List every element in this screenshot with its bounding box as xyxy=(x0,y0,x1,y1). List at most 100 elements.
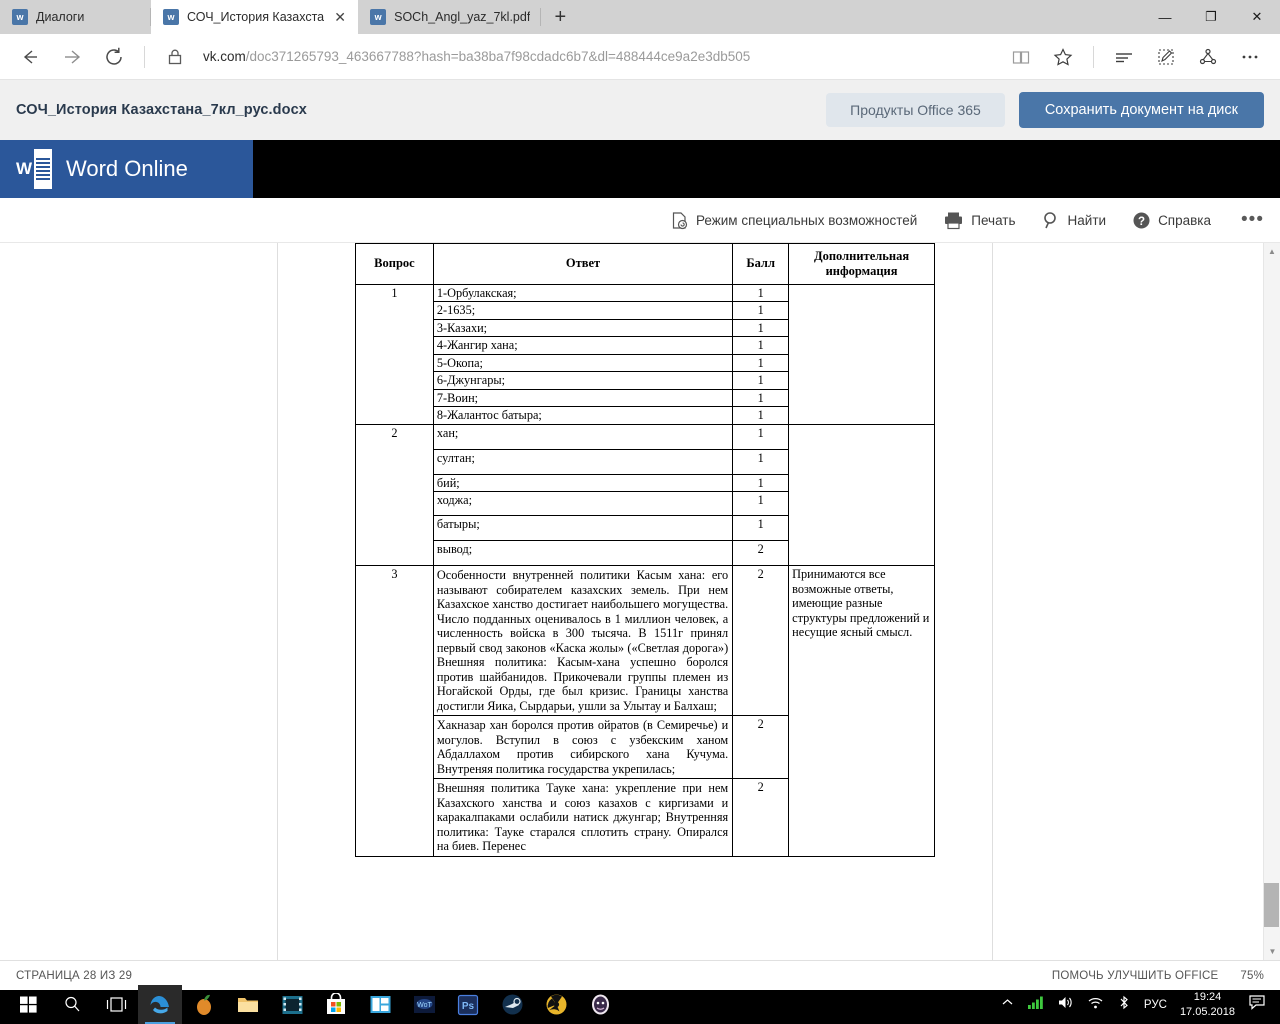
volume-icon[interactable] xyxy=(1057,995,1074,1015)
taskbar-app-microsoft-store-icon[interactable] xyxy=(314,985,358,1024)
answer-cell: 1-Орбулакская; xyxy=(432,283,734,302)
taskbar-app-game-icon[interactable]: WoT xyxy=(402,985,446,1024)
scrollbar-thumb[interactable] xyxy=(1264,883,1279,927)
score-cell: 1 xyxy=(732,283,790,302)
table-header-row: Вопрос Ответ Балл Дополнительная информа… xyxy=(355,243,935,285)
favorites-star-icon[interactable] xyxy=(1043,37,1083,77)
score-cell: 1 xyxy=(732,301,790,320)
reading-view-icon[interactable] xyxy=(1001,37,1041,77)
help-button[interactable]: ? Справка xyxy=(1132,211,1211,230)
info-cell xyxy=(788,283,935,425)
tab-title: СОЧ_История Казахста xyxy=(187,10,325,24)
find-button[interactable]: Найти xyxy=(1042,211,1107,230)
table-row: 2 хан; 1 xyxy=(355,423,935,566)
page-indicator: СТРАНИЦА 28 ИЗ 29 xyxy=(16,969,133,982)
back-arrow-icon[interactable] xyxy=(10,37,50,77)
browser-tab-soch-angl[interactable]: w SOCh_Angl_yaz_7kl.pdf xyxy=(358,0,541,34)
vk-favicon-icon: w xyxy=(163,9,179,25)
print-label: Печать xyxy=(971,212,1016,228)
bluetooth-icon[interactable] xyxy=(1117,995,1131,1015)
answer-cell: Хакназар хан боролся против ойратов (в С… xyxy=(432,715,734,779)
search-icon[interactable] xyxy=(50,985,94,1024)
clock[interactable]: 19:24 17.05.2018 xyxy=(1180,990,1235,1020)
taskbar-app-powerpoint-icon[interactable] xyxy=(358,985,402,1024)
maximize-button[interactable]: ❐ xyxy=(1188,0,1234,34)
hub-icon[interactable] xyxy=(1104,37,1144,77)
word-toolbar: Режим специальных возможностей Печать На… xyxy=(0,198,1280,243)
word-more-options-icon[interactable]: ••• xyxy=(1237,209,1264,231)
action-center-icon[interactable] xyxy=(1248,994,1266,1016)
share-icon[interactable] xyxy=(1188,37,1228,77)
forward-arrow-icon[interactable] xyxy=(52,37,92,77)
score-cell: 2 xyxy=(732,565,790,716)
score-cell: 1 xyxy=(732,473,790,492)
browser-toolbar-right xyxy=(1001,37,1270,77)
help-icon: ? xyxy=(1132,211,1151,230)
tab-title: SOCh_Angl_yaz_7kl.pdf xyxy=(394,10,531,24)
answer-cell: 2-1635; xyxy=(432,301,734,320)
taskbar-app-movie-maker-icon[interactable] xyxy=(270,985,314,1024)
refresh-icon[interactable] xyxy=(94,37,134,77)
taskbar-app-fl-studio-icon[interactable] xyxy=(182,985,226,1024)
windows-taskbar: WoT Ps РУС 19:24 17.05.2018 xyxy=(0,985,1280,1024)
close-icon[interactable]: ✕ xyxy=(332,9,348,25)
answer-cell: батыры; xyxy=(432,515,734,541)
close-window-button[interactable]: ✕ xyxy=(1234,0,1280,34)
address-bar[interactable]: vk.com/doc371265793_463667788?hash=ba38b… xyxy=(197,37,999,77)
zoom-level[interactable]: 75% xyxy=(1240,970,1264,982)
score-cell: 1 xyxy=(732,406,790,425)
question-number-cell: 1 xyxy=(355,283,434,425)
file-actions: Продукты Office 365 Сохранить документ н… xyxy=(826,92,1264,128)
answer-cell: 6-Джунгары; xyxy=(432,371,734,390)
header-answer: Ответ xyxy=(432,243,734,285)
scroll-down-icon[interactable]: ▼ xyxy=(1264,943,1280,960)
score-cell: 1 xyxy=(732,515,790,541)
browser-tab-dialogi[interactable]: w Диалоги xyxy=(0,0,150,34)
url-host: vk.com xyxy=(203,49,246,64)
score-cell: 1 xyxy=(732,388,790,407)
score-cell: 1 xyxy=(732,491,790,516)
header-additional-info: Дополнительная информация xyxy=(788,243,935,285)
score-cell: 1 xyxy=(732,371,790,390)
signal-bars-icon[interactable] xyxy=(1027,995,1044,1015)
browser-window: w Диалоги w СОЧ_История Казахста ✕ w SOC… xyxy=(0,0,1280,990)
taskbar-app-steam-icon[interactable] xyxy=(490,985,534,1024)
browser-tab-soch-istoriya[interactable]: w СОЧ_История Казахста ✕ xyxy=(151,0,359,34)
score-cell: 1 xyxy=(732,423,790,450)
taskbar-app-photoshop-icon[interactable]: Ps xyxy=(446,985,490,1024)
document-scrollbar[interactable]: ▲ ▼ xyxy=(1263,243,1280,960)
taskbar-app-edge-icon[interactable] xyxy=(138,985,182,1024)
save-document-button[interactable]: Сохранить документ на диск xyxy=(1018,92,1264,128)
scroll-up-icon[interactable]: ▲ xyxy=(1264,243,1280,260)
svg-text:?: ? xyxy=(1138,216,1145,228)
answer-cell: бий; xyxy=(432,473,734,492)
taskbar-app-avatar-icon[interactable] xyxy=(578,985,622,1024)
answer-cell: 3-Казахи; xyxy=(432,318,734,337)
table-row: 3 Особенности внутренней политики Касым … xyxy=(355,565,935,857)
accessibility-mode-button[interactable]: Режим специальных возможностей xyxy=(670,211,917,230)
find-label: Найти xyxy=(1067,212,1107,228)
more-icon[interactable] xyxy=(1230,37,1270,77)
web-note-icon[interactable] xyxy=(1146,37,1186,77)
new-tab-button[interactable]: + xyxy=(541,0,579,34)
answer-cell: Особенности внутренней политики Касым ха… xyxy=(432,565,734,716)
improve-office-link[interactable]: ПОМОЧЬ УЛУЧШИТЬ OFFICE xyxy=(1052,970,1218,982)
language-indicator[interactable]: РУС xyxy=(1144,999,1167,1011)
score-cell: 2 xyxy=(732,778,790,857)
answer-cell: 4-Жангир хана; xyxy=(432,336,734,355)
wifi-icon[interactable] xyxy=(1087,995,1104,1015)
vk-favicon-icon: w xyxy=(370,9,387,25)
task-view-icon[interactable] xyxy=(94,985,138,1024)
taskbar-app-radiation-icon[interactable] xyxy=(534,985,578,1024)
taskbar-app-file-explorer-icon[interactable] xyxy=(226,985,270,1024)
answer-cell: Внешняя политика Тауке хана: укрепление … xyxy=(432,778,734,857)
print-button[interactable]: Печать xyxy=(943,211,1016,230)
answer-cell: султан; xyxy=(432,448,734,475)
document-canvas: Вопрос Ответ Балл Дополнительная информа… xyxy=(0,243,1280,960)
show-hidden-icons[interactable] xyxy=(1001,996,1014,1014)
office-products-button[interactable]: Продукты Office 365 xyxy=(826,93,1005,127)
word-online-brand[interactable]: W Word Online xyxy=(0,140,253,198)
printer-icon xyxy=(943,211,964,230)
minimize-button[interactable]: — xyxy=(1142,0,1188,34)
windows-start-icon[interactable] xyxy=(6,985,50,1024)
